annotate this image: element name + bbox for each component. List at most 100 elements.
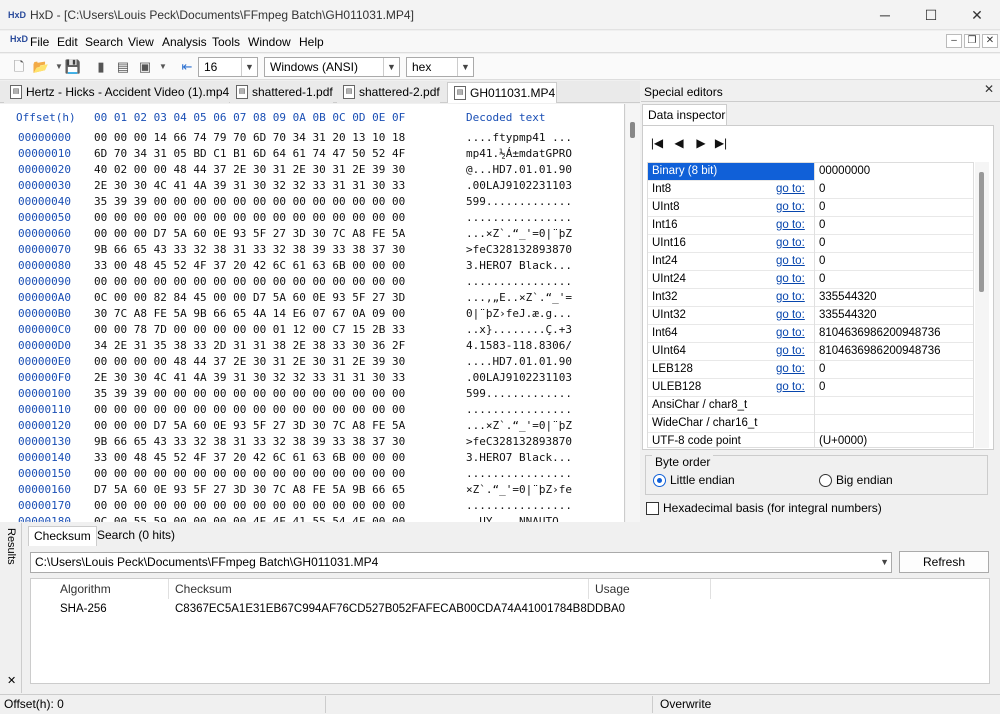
close-icon[interactable]: ✕ [7,674,16,687]
menu-window[interactable]: Window [248,35,291,49]
hex-row[interactable]: 00000040 35 39 39 00 00 00 00 00 00 00 00… [0,195,620,211]
row-decoded-text[interactable]: mp41.½Á±mdatGPRO [466,147,572,160]
row-bytes[interactable]: 00 00 00 00 00 00 00 00 00 00 00 00 00 0… [94,275,405,288]
tab-shattered-1[interactable]: ▤ shattered-1.pdf [230,82,333,103]
minimize-button[interactable]: ─ [862,0,908,30]
goto-link[interactable]: go to: [776,235,805,252]
hex-row[interactable]: 00000090 00 00 00 00 00 00 00 00 00 00 00… [0,275,620,291]
menu-view[interactable]: View [128,35,154,49]
inspector-row[interactable]: UInt64 go to: 8104636986200948736 [648,343,973,361]
tab-data-inspector[interactable]: Data inspector [642,104,727,126]
inspector-row[interactable]: UInt24 go to: 0 [648,271,973,289]
inspector-row[interactable]: UInt8 go to: 0 [648,199,973,217]
hex-row[interactable]: 00000130 9B 66 65 43 33 32 38 31 33 32 38… [0,435,620,451]
inspector-row[interactable]: Int16 go to: 0 [648,217,973,235]
first-byte-icon[interactable]: |◀ [650,135,664,151]
row-bytes[interactable]: 40 02 00 00 48 44 37 2E 30 31 2E 30 31 2… [94,163,405,176]
algorithm-cell[interactable]: SHA-256 [60,603,107,615]
goto-link[interactable]: go to: [776,289,805,306]
row-bytes[interactable]: 9B 66 65 43 33 32 38 31 33 32 38 39 33 3… [94,435,405,448]
menu-edit[interactable]: Edit [57,35,78,49]
row-decoded-text[interactable]: 3.HERO7 Black... [466,259,572,272]
disk-dropdown-icon[interactable]: ▼ [154,58,172,76]
hex-row[interactable]: 00000180 0C 00 55 59 00 00 00 00 4E 4E 41… [0,515,620,522]
tab-checksum[interactable]: Checksum [28,526,97,546]
inspector-value[interactable]: 00000000 [814,163,973,181]
hex-row[interactable]: 00000060 00 00 00 D7 5A 60 0E 93 5F 27 3D… [0,227,620,243]
row-bytes[interactable]: 0C 00 55 59 00 00 00 00 4E 4E 41 55 54 4… [94,515,405,522]
inspector-row[interactable]: Int8 go to: 0 [648,181,973,199]
hex-row[interactable]: 00000100 35 39 39 00 00 00 00 00 00 00 00… [0,387,620,403]
row-decoded-text[interactable]: >feC328132893870 [466,243,572,256]
inspector-row[interactable]: Int24 go to: 0 [648,253,973,271]
goto-link[interactable]: go to: [776,307,805,324]
file-path-select[interactable]: C:\Users\Louis Peck\Documents\FFmpeg Bat… [30,552,892,573]
inspector-row[interactable]: WideChar / char16_t [648,415,973,433]
row-bytes[interactable]: 6D 70 34 31 05 BD C1 B1 6D 64 61 74 47 5… [94,147,405,160]
row-decoded-text[interactable]: ...×Z`.“_'=0|¨þZ [466,419,572,432]
row-decoded-text[interactable]: >feC328132893870 [466,435,572,448]
inspector-value[interactable]: 0 [814,217,973,235]
big-endian-label[interactable]: Big endian [836,473,893,487]
maximize-button[interactable]: ☐ [908,0,954,30]
hex-row[interactable]: 00000020 40 02 00 00 48 44 37 2E 30 31 2E… [0,163,620,179]
next-byte-icon[interactable]: ▶ [694,135,708,151]
row-bytes[interactable]: 00 00 00 14 66 74 79 70 6D 70 34 31 20 1… [94,131,405,144]
open-disk-image-icon[interactable]: ▣ [136,58,154,76]
row-bytes[interactable]: 00 00 00 00 48 44 37 2E 30 31 2E 30 31 2… [94,355,405,368]
goto-link[interactable]: go to: [776,217,805,234]
row-bytes[interactable]: 2E 30 30 4C 41 4A 39 31 30 32 32 33 31 3… [94,179,405,192]
goto-link[interactable]: go to: [776,379,805,396]
tab-search-hits[interactable]: Search (0 hits) [92,526,180,546]
hex-row[interactable]: 00000120 00 00 00 D7 5A 60 0E 93 5F 27 3D… [0,419,620,435]
tab-shattered-2[interactable]: ▤ shattered-2.pdf [337,82,440,103]
row-bytes[interactable]: 00 00 00 00 00 00 00 00 00 00 00 00 00 0… [94,211,405,224]
hex-row[interactable]: 00000080 33 00 48 45 52 4F 37 20 42 6C 61… [0,259,620,275]
last-byte-icon[interactable]: ▶| [714,135,728,151]
inspector-value[interactable]: 0 [814,379,973,397]
inspector-value[interactable]: 0 [814,199,973,217]
row-bytes[interactable]: 35 39 39 00 00 00 00 00 00 00 00 00 00 0… [94,195,405,208]
little-endian-radio[interactable] [653,474,666,487]
close-window-button[interactable]: ✕ [954,0,1000,30]
row-decoded-text[interactable]: 599............. [466,387,572,400]
bytes-per-row-select[interactable]: 16 ▼ [198,57,258,77]
little-endian-label[interactable]: Little endian [670,473,735,487]
inspector-value[interactable]: 0 [814,235,973,253]
row-decoded-text[interactable]: 4.1583-118.8306/ [466,339,572,352]
row-decoded-text[interactable]: ....ftypmp41 ... [466,131,572,144]
goto-link[interactable]: go to: [776,343,805,360]
inspector-row[interactable]: ULEB128 go to: 0 [648,379,973,397]
row-decoded-text[interactable]: ..UY....NNAUTO.. [466,515,572,522]
hex-row[interactable]: 00000140 33 00 48 45 52 4F 37 20 42 6C 61… [0,451,620,467]
row-bytes[interactable]: 00 00 00 D7 5A 60 0E 93 5F 27 3D 30 7C A… [94,419,405,432]
row-bytes[interactable]: 34 2E 31 35 38 33 2D 31 31 38 2E 38 33 3… [94,339,405,352]
new-file-icon[interactable]: 🗋 [10,58,28,76]
charset-select[interactable]: Windows (ANSI) ▼ [264,57,400,77]
mdi-minimize-button[interactable]: – [946,34,962,48]
inspector-value[interactable]: 335544320 [814,289,973,307]
menu-search[interactable]: Search [85,35,123,49]
row-bytes[interactable]: 00 00 00 00 00 00 00 00 00 00 00 00 00 0… [94,403,405,416]
checksum-column-header[interactable]: Checksum [175,582,232,596]
hex-row[interactable]: 000000A0 0C 00 00 82 84 45 00 00 D7 5A 60… [0,291,620,307]
inspector-row[interactable]: Int32 go to: 335544320 [648,289,973,307]
mdi-close-button[interactable]: ✕ [982,34,998,48]
algorithm-column-header[interactable]: Algorithm [60,582,111,596]
inspector-value[interactable]: 0 [814,253,973,271]
close-icon[interactable]: ✕ [984,82,994,96]
inspector-row[interactable]: AnsiChar / char8_t [648,397,973,415]
inspector-value[interactable]: 0 [814,181,973,199]
row-bytes[interactable]: 0C 00 00 82 84 45 00 00 D7 5A 60 0E 93 5… [94,291,405,304]
goto-link[interactable]: go to: [776,271,805,288]
row-decoded-text[interactable]: 599............. [466,195,572,208]
goto-link[interactable]: go to: [776,325,805,342]
hex-row[interactable]: 00000030 2E 30 30 4C 41 4A 39 31 30 32 32… [0,179,620,195]
offset-base-select[interactable]: hex ▼ [406,57,474,77]
row-decoded-text[interactable]: .00LAJ9102231103 [466,179,572,192]
row-bytes[interactable]: 2E 30 30 4C 41 4A 39 31 30 32 32 33 31 3… [94,371,405,384]
row-decoded-text[interactable]: 3.HERO7 Black... [466,451,572,464]
row-decoded-text[interactable]: ...×Z`.“_'=0|¨þZ [466,227,572,240]
previous-byte-icon[interactable]: ◀ [672,135,686,151]
row-decoded-text[interactable]: @...HD7.01.01.90 [466,163,572,176]
